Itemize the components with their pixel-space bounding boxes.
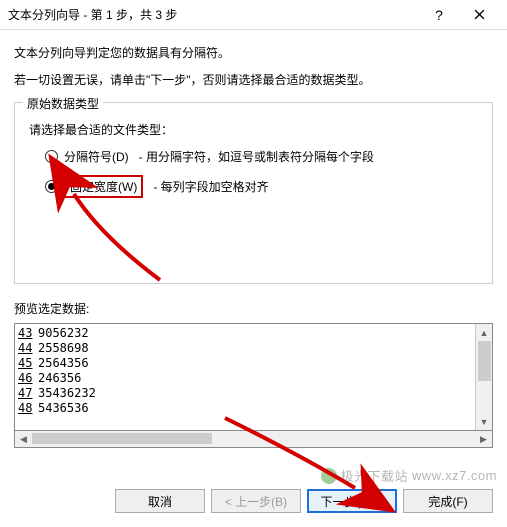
row-number: 47 <box>17 386 37 401</box>
next-button[interactable]: 下一步(N) > <box>307 489 397 513</box>
scroll-track-h[interactable] <box>32 431 475 447</box>
vertical-scrollbar[interactable]: ▲ ▼ <box>475 324 492 430</box>
preview-inner: 439056232 442558698 452564356 46246356 4… <box>15 324 475 430</box>
scroll-left-icon[interactable]: ◀ <box>15 431 32 447</box>
cancel-button[interactable]: 取消 <box>115 489 205 513</box>
original-data-type-group: 原始数据类型 请选择最合适的文件类型： 分隔符号(D) - 用分隔字符，如逗号或… <box>14 102 493 284</box>
intro-line-2: 若一切设置无误，请单击"下一步"，否则请选择最合适的数据类型。 <box>14 71 493 88</box>
intro-line-1: 文本分列向导判定您的数据具有分隔符。 <box>14 44 493 61</box>
row-value: 9056232 <box>37 326 89 341</box>
preview-box: 439056232 442558698 452564356 46246356 4… <box>14 323 493 431</box>
row-number: 44 <box>17 341 37 356</box>
row-number: 48 <box>17 401 37 416</box>
row-number: 45 <box>17 356 37 371</box>
watermark: 极光下载站 www.xz7.com <box>321 466 497 485</box>
row-value: 35436232 <box>37 386 96 401</box>
row-value: 246356 <box>37 371 81 386</box>
radio-fixed-width-desc: - 每列字段加空格对齐 <box>153 178 268 195</box>
back-button[interactable]: < 上一步(B) <box>211 489 301 513</box>
group-prompt: 请选择最合适的文件类型： <box>29 121 480 138</box>
table-row: 4735436232 <box>17 386 475 401</box>
watermark-text: 极光下载站 <box>341 466 409 485</box>
radio-delimited[interactable] <box>45 150 58 163</box>
table-row: 442558698 <box>17 341 475 356</box>
row-value: 5436536 <box>37 401 89 416</box>
radio-fixed-width-label: 固定宽度(W) <box>64 175 143 198</box>
group-legend: 原始数据类型 <box>23 95 103 112</box>
table-row: 485436536 <box>17 401 475 416</box>
table-row: 46246356 <box>17 371 475 386</box>
table-row: 439056232 <box>17 326 475 341</box>
row-value: 2564356 <box>37 356 89 371</box>
scroll-up-icon[interactable]: ▲ <box>476 324 492 341</box>
finish-button[interactable]: 完成(F) <box>403 489 493 513</box>
radio-fixed-width[interactable] <box>45 180 58 193</box>
radio-delimited-label: 分隔符号(D) <box>64 148 129 165</box>
close-icon <box>474 9 485 20</box>
row-value: 2558698 <box>37 341 89 356</box>
preview-label: 预览选定数据: <box>14 300 507 317</box>
row-number: 43 <box>17 326 37 341</box>
watermark-logo-icon <box>321 468 337 484</box>
close-button[interactable] <box>459 1 499 29</box>
horizontal-scrollbar[interactable]: ◀ ▶ <box>14 431 493 448</box>
watermark-url: www.xz7.com <box>412 468 497 483</box>
radio-fixed-width-row[interactable]: 固定宽度(W) - 每列字段加空格对齐 <box>45 175 480 198</box>
radio-delimited-row[interactable]: 分隔符号(D) - 用分隔字符，如逗号或制表符分隔每个字段 <box>45 148 480 165</box>
radio-delimited-desc: - 用分隔字符，如逗号或制表符分隔每个字段 <box>139 148 374 165</box>
scroll-thumb-v[interactable] <box>478 341 491 381</box>
scroll-down-icon[interactable]: ▼ <box>476 413 492 430</box>
window-title: 文本分列向导 - 第 1 步，共 3 步 <box>8 6 419 23</box>
titlebar: 文本分列向导 - 第 1 步，共 3 步 ? <box>0 0 507 30</box>
content-area: 文本分列向导判定您的数据具有分隔符。 若一切设置无误，请单击"下一步"，否则请选… <box>0 30 507 284</box>
scroll-right-icon[interactable]: ▶ <box>475 431 492 447</box>
table-row: 452564356 <box>17 356 475 371</box>
help-button[interactable]: ? <box>419 1 459 29</box>
row-number: 46 <box>17 371 37 386</box>
button-row: 取消 < 上一步(B) 下一步(N) > 完成(F) <box>115 489 493 513</box>
scroll-thumb-h[interactable] <box>32 433 212 444</box>
